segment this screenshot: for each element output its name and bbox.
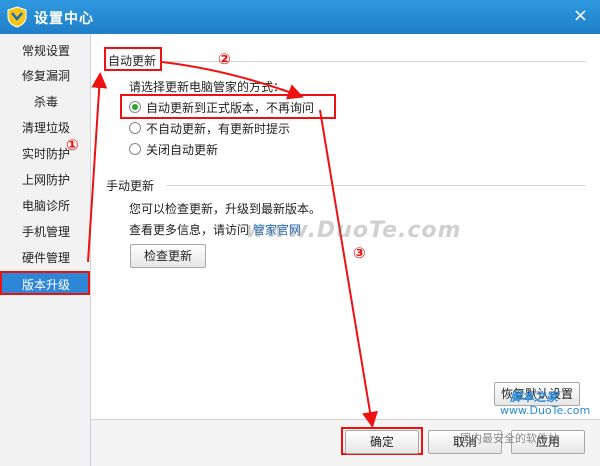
radio-auto-update-release[interactable]: 自动更新到正式版本，不再询问: [129, 98, 314, 116]
update-mode-prompt: 请选择更新电脑管家的方式：: [129, 80, 286, 94]
window-title: 设置中心: [34, 11, 94, 27]
radio-empty-icon: [129, 122, 141, 134]
check-update-button[interactable]: 检查更新: [130, 244, 206, 268]
annotation-step2: ②: [218, 50, 231, 68]
sidebar-item-upgrade[interactable]: 版本升级: [0, 271, 90, 295]
radio-empty-icon: [129, 143, 141, 155]
section-title-manual-update: 手动更新: [106, 179, 155, 193]
title-bar: 设置中心 ×: [0, 0, 600, 34]
sidebar-item-patch[interactable]: 修复漏洞: [0, 64, 90, 88]
shield-logo-icon: [7, 6, 27, 28]
radio-label: 自动更新到正式版本，不再询问: [146, 100, 315, 115]
sidebar-item-general[interactable]: 常规设置: [0, 39, 90, 63]
radio-disable-update[interactable]: 关闭自动更新: [129, 140, 218, 158]
divider: [166, 185, 586, 186]
close-icon[interactable]: ×: [573, 5, 588, 26]
radio-notify-update[interactable]: 不自动更新，有更新时提示: [129, 119, 290, 137]
watermark-bottom: 国内最安全的软件站: [460, 432, 559, 445]
sidebar: 常规设置 修复漏洞 杀毒 清理垃圾 实时防护 上网防护 电脑诊所 手机管理 硬件…: [0, 34, 91, 466]
watermark-logo-url: www.DuoTe.com: [500, 404, 591, 417]
watermark-logo: 脚本之家: [510, 390, 559, 404]
more-info-prefix: 查看更多信息，请访问: [129, 223, 250, 237]
annotation-step1: ①: [66, 136, 79, 154]
radio-label: 不自动更新，有更新时提示: [146, 121, 291, 136]
sidebar-item-web-protect[interactable]: 上网防护: [0, 168, 90, 192]
watermark-main: www.DuoTe.com: [245, 218, 462, 243]
radio-label: 关闭自动更新: [146, 142, 219, 157]
sidebar-item-hardware[interactable]: 硬件管理: [0, 246, 90, 270]
annotation-step3: ③: [353, 244, 366, 262]
section-title-auto-update: 自动更新: [108, 54, 157, 68]
ok-button[interactable]: 确定: [345, 430, 419, 454]
sidebar-item-clinic[interactable]: 电脑诊所: [0, 194, 90, 218]
sidebar-item-antivirus[interactable]: 杀毒: [0, 90, 90, 114]
sidebar-item-phone[interactable]: 手机管理: [0, 220, 90, 244]
radio-selected-icon: [129, 101, 141, 113]
manual-update-text: 您可以检查更新，升级到最新版本。: [129, 202, 322, 216]
